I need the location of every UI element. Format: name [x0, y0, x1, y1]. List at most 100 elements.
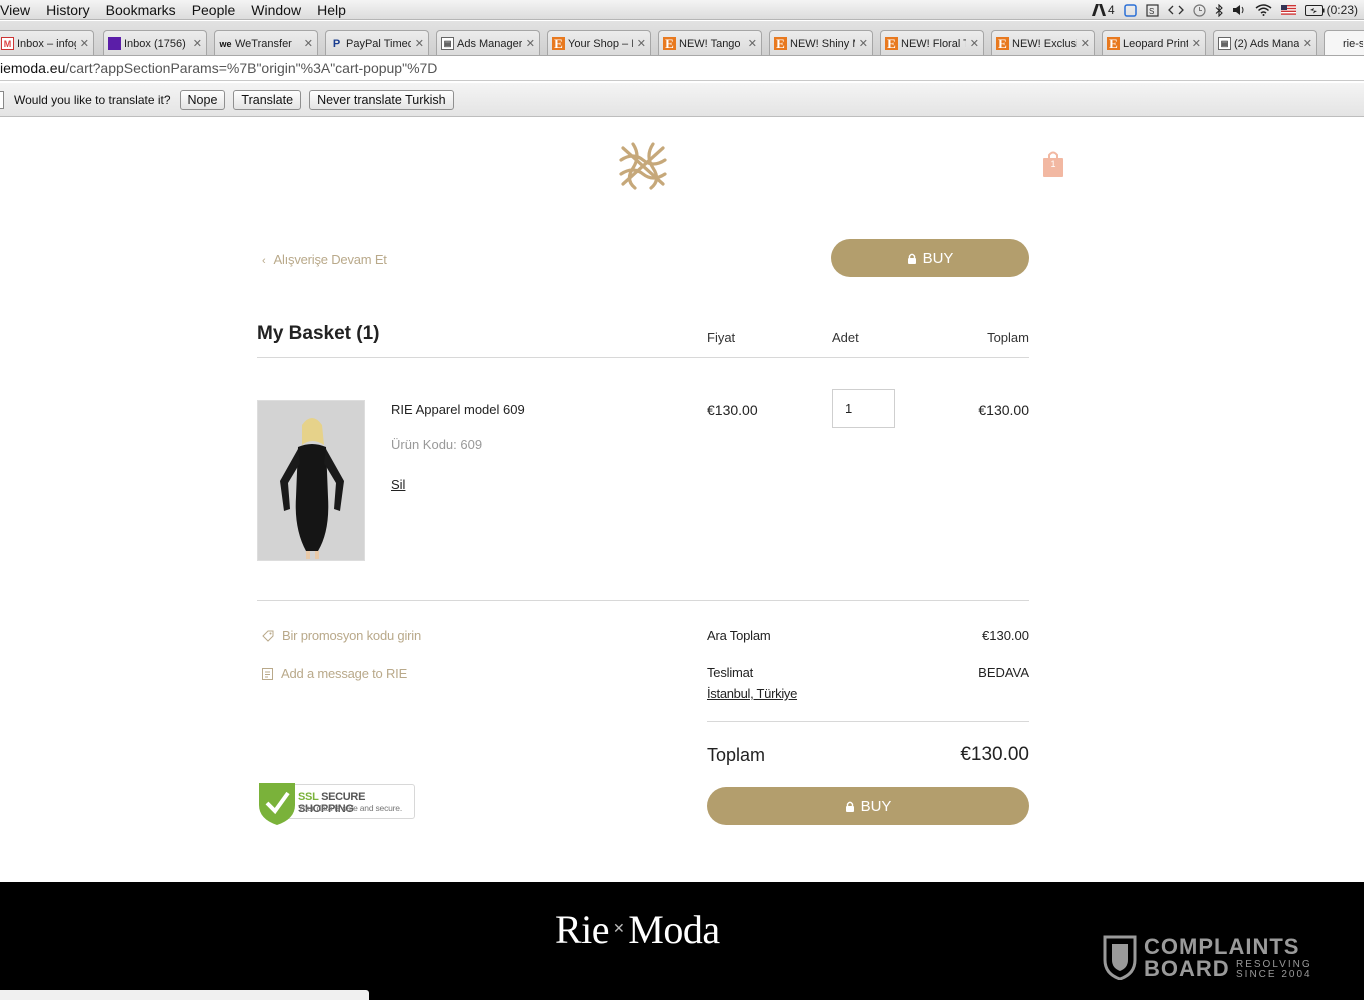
wifi-icon[interactable] [1255, 4, 1272, 16]
divider [257, 357, 1029, 358]
buy-label: BUY [860, 797, 892, 815]
tab-strip: M Inbox – infog ✕ Inbox (1756) ✕ we WeTransf… [0, 21, 1364, 56]
total-value: €130.00 [960, 744, 1029, 765]
menu-history[interactable]: History [38, 0, 98, 20]
shield-check-icon [259, 783, 295, 825]
tab-wetransfer[interactable]: we WeTransfer ✕ [214, 30, 318, 55]
tab-ads-manager[interactable]: ▤ Ads Manager ✕ [436, 30, 540, 55]
battery-time: (0:23) [1326, 3, 1358, 17]
promo-code-link[interactable]: Bir promosyon kodu girin [262, 628, 421, 643]
code-icon[interactable] [1167, 5, 1184, 15]
close-icon[interactable]: ✕ [1081, 37, 1090, 50]
add-message-link[interactable]: Add a message to RIE [262, 666, 407, 681]
close-icon[interactable]: ✕ [970, 37, 979, 50]
translate-icon [0, 90, 4, 109]
tab-yahoo[interactable]: Inbox (1756) ✕ [103, 30, 207, 55]
continue-label: Alışverişe Devam Et [273, 252, 387, 267]
tab-new-tango[interactable]: E NEW! Tango c ✕ [658, 30, 762, 55]
product-code: Ürün Kodu: 609 [391, 437, 483, 452]
volume-icon[interactable] [1232, 4, 1246, 16]
product-name[interactable]: RIE Apparel model 609 [391, 402, 525, 417]
shipping-label: Teslimat [707, 665, 754, 680]
close-icon[interactable]: ✕ [859, 37, 868, 50]
nope-button[interactable]: Nope [179, 89, 226, 110]
buy-button-bottom[interactable]: BUY [707, 787, 1029, 825]
buy-button-top[interactable]: BUY [831, 239, 1029, 277]
close-icon[interactable]: ✕ [415, 37, 424, 50]
promo-label: Bir promosyon kodu girin [282, 628, 421, 643]
tab-ads-manager-2[interactable]: ▤ (2) Ads Mana ✕ [1213, 30, 1317, 55]
address-bar[interactable]: iemoda.eu/cart?appSectionParams=%7B"orig… [0, 57, 1364, 81]
close-icon[interactable]: ✕ [748, 37, 757, 50]
tab-title: PayPal Timed [346, 37, 411, 50]
menu-help[interactable]: Help [309, 0, 354, 20]
close-icon[interactable]: ✕ [637, 37, 646, 50]
url-host: iemoda.eu [0, 60, 66, 76]
tab-your-shop[interactable]: E Your Shop – I ✕ [547, 30, 651, 55]
shipping-location-link[interactable]: İstanbul, Türkiye [707, 686, 797, 701]
tab-new-floral[interactable]: E NEW! Floral T ✕ [880, 30, 984, 55]
tab-title: NEW! Floral T [901, 37, 966, 50]
tab-title: Leopard Print [1123, 37, 1188, 50]
subtotal-value: €130.00 [982, 628, 1029, 643]
item-price: €130.00 [707, 402, 758, 418]
menu-bar: View History Bookmarks People Window Hel… [0, 0, 1364, 20]
brand-wordmark[interactable]: Rie ✕ Moda [555, 906, 720, 953]
tab-paypal[interactable]: P PayPal Timed ✕ [325, 30, 429, 55]
buy-label: BUY [922, 249, 954, 267]
cart-count: 1 [1050, 159, 1056, 169]
battery-icon[interactable]: (0:23) [1304, 3, 1358, 17]
tab-leopard-print[interactable]: E Leopard Print ✕ [1102, 30, 1206, 55]
tab-title: NEW! Tango c [679, 37, 744, 50]
translate-button[interactable]: Translate [233, 89, 302, 110]
cart-icon[interactable]: 1 [1042, 150, 1064, 178]
basket-title: My Basket (1) [257, 323, 380, 344]
menu-bookmarks[interactable]: Bookmarks [98, 0, 184, 20]
product-image[interactable] [257, 400, 365, 561]
bluetooth-icon[interactable] [1215, 3, 1223, 17]
column-total: Toplam [987, 330, 1029, 345]
remove-item-link[interactable]: Sil [391, 477, 405, 492]
page-icon: ▤ [1218, 37, 1231, 50]
close-icon[interactable]: ✕ [526, 37, 535, 50]
ssl-secure-badge: SSL SECURE SHOPPING Your data is safe an… [257, 781, 416, 825]
yahoo-icon [108, 37, 121, 50]
time-machine-icon[interactable] [1193, 3, 1206, 17]
item-total: €130.00 [978, 402, 1029, 418]
svg-text:S: S [1149, 7, 1154, 16]
tab-riemoda-active[interactable]: rie-s [1324, 30, 1364, 55]
never-translate-button[interactable]: Never translate Turkish [309, 89, 454, 110]
tab-title: NEW! Shiny M [790, 37, 855, 50]
menu-people[interactable]: People [184, 0, 244, 20]
close-icon[interactable]: ✕ [80, 37, 89, 50]
etsy-icon: E [663, 36, 676, 51]
gmail-icon: M [1, 37, 14, 50]
watermark-line1: COMPLAINTS [1144, 934, 1300, 959]
status-bubble [0, 990, 369, 1000]
continue-shopping-link[interactable]: ‹ Alışverişe Devam Et [262, 252, 387, 267]
close-icon[interactable]: ✕ [193, 37, 202, 50]
close-icon[interactable]: ✕ [1192, 37, 1201, 50]
tab-gmail[interactable]: M Inbox – infog ✕ [0, 30, 94, 55]
sync-icon[interactable]: S [1146, 3, 1159, 17]
close-icon[interactable]: ✕ [304, 37, 313, 50]
menu-view[interactable]: View [0, 0, 38, 20]
adobe-icon[interactable]: 4 [1091, 3, 1115, 17]
total-label: Toplam [707, 745, 766, 765]
shield-icon [1103, 935, 1137, 980]
etsy-icon: E [774, 36, 787, 51]
close-icon[interactable]: ✕ [1303, 37, 1312, 50]
note-icon [262, 667, 273, 680]
tab-new-shiny[interactable]: E NEW! Shiny M ✕ [769, 30, 873, 55]
tab-new-exclusive[interactable]: E NEW! Exclusi ✕ [991, 30, 1095, 55]
etsy-icon: E [885, 36, 898, 51]
quantity-input[interactable] [832, 389, 895, 428]
brand-right: Moda [628, 907, 720, 952]
paypal-icon: P [332, 37, 341, 50]
tab-title: rie-s [1343, 37, 1363, 50]
etsy-icon: E [1107, 36, 1120, 51]
us-flag-icon[interactable] [1280, 5, 1296, 15]
menu-window[interactable]: Window [243, 0, 309, 20]
dropbox-icon[interactable] [1123, 3, 1137, 17]
riemoda-logo-icon[interactable] [615, 138, 671, 194]
